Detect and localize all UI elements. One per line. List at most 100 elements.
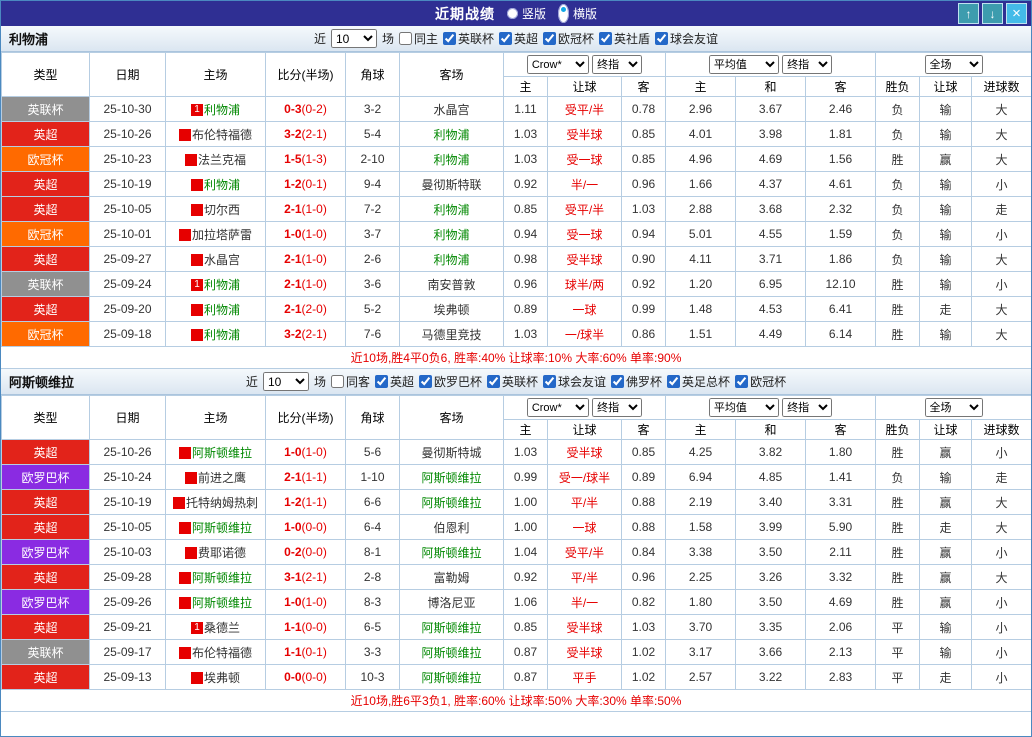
- avg-final-select[interactable]: 终指: [782, 55, 833, 74]
- league-filter[interactable]: 英联杯: [442, 30, 494, 47]
- same-venue-filter[interactable]: 同客: [330, 373, 370, 390]
- away-team-name[interactable]: 博洛尼亚: [427, 596, 475, 610]
- away-team-name[interactable]: 曼彻斯特联: [421, 178, 481, 192]
- match-date: 25-09-21: [89, 614, 166, 640]
- away-team-name[interactable]: 水晶宫: [433, 103, 469, 117]
- home-team-name[interactable]: 加拉塔萨雷: [192, 228, 252, 242]
- avg-source-select[interactable]: 平均值: [708, 55, 779, 74]
- away-team-name[interactable]: 阿斯顿维拉: [421, 671, 481, 685]
- away-team-name[interactable]: 富勒姆: [433, 571, 469, 585]
- odds-source-select[interactable]: Crow*: [526, 55, 589, 74]
- home-team-name[interactable]: 利物浦: [204, 303, 240, 317]
- avg-source-select[interactable]: 平均值: [708, 398, 779, 417]
- result-scope-select[interactable]: 全场: [924, 398, 983, 417]
- league-filter-checkbox[interactable]: [374, 375, 388, 388]
- league-filter-checkbox[interactable]: [418, 375, 432, 388]
- odds-final-select[interactable]: 终指: [592, 55, 643, 74]
- away-team-name[interactable]: 阿斯顿维拉: [421, 471, 481, 485]
- home-team-name[interactable]: 桑德兰: [204, 621, 240, 635]
- league-filter[interactable]: 英超: [374, 373, 414, 390]
- league-filter[interactable]: 欧冠杯: [543, 30, 594, 47]
- away-team-name[interactable]: 利物浦: [433, 128, 469, 142]
- away-team-name[interactable]: 南安普敦: [427, 278, 475, 292]
- home-team-name[interactable]: 利物浦: [204, 103, 240, 117]
- away-team-name[interactable]: 马德里竞技: [421, 328, 481, 342]
- home-team-name[interactable]: 水晶宫: [204, 253, 240, 267]
- league-filter[interactable]: 英社盾: [599, 30, 650, 47]
- away-team-name[interactable]: 埃弗顿: [433, 303, 469, 317]
- odds-final-select[interactable]: 终指: [592, 398, 643, 417]
- league-filter-checkbox[interactable]: [735, 375, 749, 388]
- league-filter-checkbox[interactable]: [611, 375, 625, 388]
- layout-radio-horizontal[interactable]: 横版: [558, 4, 597, 23]
- league-filter-checkbox[interactable]: [543, 32, 557, 45]
- league-filter[interactable]: 球会友谊: [655, 30, 718, 47]
- league-filter-checkbox[interactable]: [543, 375, 557, 388]
- home-team-name[interactable]: 布伦特福德: [192, 646, 252, 660]
- league-filter[interactable]: 欧冠杯: [735, 373, 786, 390]
- home-team-cell: 利物浦: [165, 296, 266, 322]
- home-team-name[interactable]: 阿斯顿维拉: [192, 596, 252, 610]
- home-team-name[interactable]: 阿斯顿维拉: [192, 571, 252, 585]
- away-team-name[interactable]: 曼彻斯特城: [421, 446, 481, 460]
- result-handicap: 输: [919, 96, 973, 122]
- home-team-name[interactable]: 利物浦: [204, 178, 240, 192]
- corners: 2-8: [345, 564, 400, 590]
- avg-final-select[interactable]: 终指: [782, 398, 833, 417]
- league-filter[interactable]: 英联杯: [487, 373, 538, 390]
- avg-home-odds: 6.94: [665, 464, 736, 490]
- away-team-name[interactable]: 阿斯顿维拉: [421, 496, 481, 510]
- match-row: 英超 25-09-28 阿斯顿维拉 3-1(2-1) 2-8 富勒姆 0.92 …: [1, 564, 1031, 590]
- home-team-name[interactable]: 前进之鹰: [198, 471, 246, 485]
- score-cell: 1-0(1-0): [265, 439, 346, 465]
- away-team-name[interactable]: 阿斯顿维拉: [421, 621, 481, 635]
- league-filter-checkbox[interactable]: [599, 32, 613, 45]
- close-button[interactable]: ×: [1006, 3, 1027, 24]
- handicap-line: 半/一: [547, 589, 622, 615]
- result-goals: 小: [971, 171, 1031, 197]
- same-venue-filter-checkbox[interactable]: [330, 375, 344, 388]
- move-down-button[interactable]: ↓: [982, 3, 1003, 24]
- away-team-name[interactable]: 利物浦: [433, 153, 469, 167]
- home-team-name[interactable]: 阿斯顿维拉: [192, 521, 252, 535]
- away-team-name[interactable]: 阿斯顿维拉: [421, 646, 481, 660]
- odds-source-select[interactable]: Crow*: [526, 398, 589, 417]
- move-up-button[interactable]: ↑: [958, 3, 979, 24]
- corners: 5-2: [345, 296, 400, 322]
- away-team-name[interactable]: 伯恩利: [433, 521, 469, 535]
- away-team-name[interactable]: 利物浦: [433, 203, 469, 217]
- home-team-name[interactable]: 托特纳姆热刺: [186, 496, 258, 510]
- league-filter-checkbox[interactable]: [667, 375, 681, 388]
- same-venue-filter-checkbox[interactable]: [398, 32, 412, 45]
- result-handicap: 输: [919, 171, 973, 197]
- home-team-name[interactable]: 费耶诺德: [198, 546, 246, 560]
- result-handicap: 走: [919, 296, 973, 322]
- home-team-name[interactable]: 布伦特福德: [192, 128, 252, 142]
- league-filter[interactable]: 英足总杯: [667, 373, 730, 390]
- league-filter[interactable]: 球会友谊: [543, 373, 606, 390]
- league-filter-checkbox[interactable]: [487, 375, 500, 388]
- home-team-name[interactable]: 利物浦: [204, 328, 240, 342]
- away-team-name[interactable]: 利物浦: [433, 253, 469, 267]
- result-scope-select[interactable]: 全场: [924, 55, 983, 74]
- recent-count-select[interactable]: 10: [330, 29, 377, 48]
- league-tag: 欧冠杯: [1, 321, 90, 347]
- home-team-name[interactable]: 埃弗顿: [204, 671, 240, 685]
- layout-radio-vertical[interactable]: 竖版: [506, 5, 546, 22]
- home-team-name[interactable]: 法兰克福: [198, 153, 246, 167]
- league-filter[interactable]: 欧罗巴杯: [418, 373, 482, 390]
- league-filter-checkbox[interactable]: [442, 32, 456, 45]
- recent-count-select[interactable]: 10: [262, 372, 309, 391]
- same-venue-filter[interactable]: 同主: [398, 30, 438, 47]
- home-team-name[interactable]: 阿斯顿维拉: [192, 446, 252, 460]
- avg-group-header: 平均值 终指: [664, 395, 877, 420]
- league-filter[interactable]: 英超: [499, 30, 538, 47]
- away-team-name[interactable]: 利物浦: [433, 228, 469, 242]
- home-team-name[interactable]: 切尔西: [204, 203, 240, 217]
- away-team-name[interactable]: 阿斯顿维拉: [421, 546, 481, 560]
- league-filter[interactable]: 佛罗杯: [611, 373, 662, 390]
- home-team-name[interactable]: 利物浦: [204, 278, 240, 292]
- league-filter-checkbox[interactable]: [655, 32, 669, 45]
- avg-draw-odds: 3.50: [735, 539, 806, 565]
- league-filter-checkbox[interactable]: [499, 32, 512, 45]
